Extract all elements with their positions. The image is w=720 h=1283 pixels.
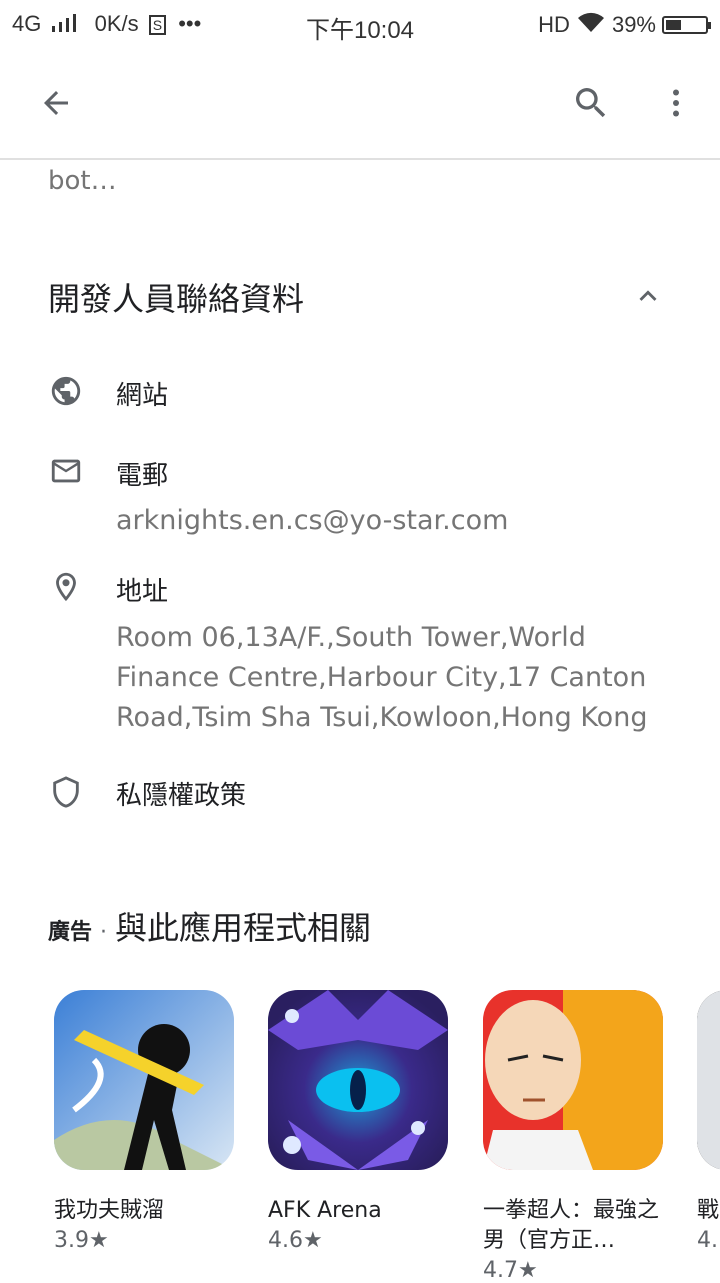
related-apps-header: 廣告 · 與此應用程式相關 — [48, 903, 371, 949]
app-card[interactable]: AFK Arena 4.6★ — [268, 990, 458, 1253]
related-apps-title[interactable]: 與此應用程式相關 — [115, 909, 371, 947]
app-icon-kungfu — [54, 990, 234, 1170]
arrow-back-icon — [44, 91, 68, 115]
star-icon: ★ — [303, 1228, 323, 1253]
app-rating: 4.7★ — [483, 1258, 673, 1283]
back-button[interactable] — [28, 75, 84, 131]
collapse-button[interactable] — [620, 268, 676, 324]
chevron-up-icon — [639, 290, 657, 301]
website-label: 網站 — [116, 381, 169, 411]
address-row[interactable]: 地址 Room 06,13A/F.,South Tower,World Fina… — [0, 566, 720, 746]
address-value: Room 06,13A/F.,South Tower,World Finance… — [116, 622, 648, 733]
battery-icon — [662, 16, 711, 34]
status-right: HD 39% — [538, 11, 711, 39]
app-bar — [0, 50, 720, 160]
privacy-policy-row[interactable]: 私隱權政策 — [0, 770, 720, 820]
email-label: 電郵 — [116, 461, 169, 491]
rating-value: 4.1 — [697, 1228, 720, 1253]
location-pin-icon — [48, 569, 84, 605]
app-name: 戰 — [697, 1198, 720, 1223]
ad-label: 廣告 — [48, 920, 93, 945]
wifi-icon — [576, 11, 606, 39]
hd-indicator: HD — [538, 12, 570, 37]
app-icon-afk-arena — [268, 990, 448, 1170]
star-icon: ★ — [89, 1228, 109, 1253]
more-vert-icon — [673, 89, 679, 117]
mail-icon — [48, 453, 84, 489]
email-value: arknights.en.cs@yo-star.com — [116, 505, 509, 536]
search-icon — [576, 88, 606, 118]
truncated-description: bot… — [48, 166, 117, 196]
app-icon-one-punch-man — [483, 990, 663, 1170]
app-name: AFK Arena — [268, 1198, 382, 1223]
globe-icon — [48, 373, 84, 409]
rating-value: 4.7 — [483, 1258, 518, 1283]
app-rating: 4.1 — [697, 1228, 720, 1253]
app-name: 我功夫賊溜 — [54, 1198, 165, 1223]
rating-value: 3.9 — [54, 1228, 89, 1253]
more-options-button[interactable] — [648, 75, 704, 131]
app-icon-partial — [697, 990, 720, 1170]
email-row[interactable]: 電郵 arknights.en.cs@yo-star.com — [0, 450, 720, 550]
separator-dot: · — [100, 920, 108, 945]
app-card[interactable]: 戰 4.1 — [697, 990, 720, 1253]
battery-percent: 39% — [611, 12, 656, 37]
app-rating: 3.9★ — [54, 1228, 244, 1253]
website-row[interactable]: 網站 — [0, 370, 720, 420]
developer-contact-title[interactable]: 開發人員聯絡資料 — [48, 274, 304, 320]
rating-value: 4.6 — [268, 1228, 303, 1253]
search-button[interactable] — [563, 75, 619, 131]
privacy-policy-label: 私隱權政策 — [116, 781, 247, 811]
shield-icon — [48, 774, 84, 810]
status-bar: 4G 0K/s S ••• 下午10:04 HD 39% — [0, 0, 720, 50]
app-name: 一拳超人：最強之男（官方正… — [483, 1198, 660, 1253]
app-card[interactable]: 一拳超人：最強之男（官方正… 4.7★ — [483, 990, 673, 1283]
address-label: 地址 — [116, 577, 169, 607]
star-icon: ★ — [518, 1258, 538, 1283]
app-rating: 4.6★ — [268, 1228, 458, 1253]
app-card[interactable]: 我功夫賊溜 3.9★ — [54, 990, 244, 1253]
